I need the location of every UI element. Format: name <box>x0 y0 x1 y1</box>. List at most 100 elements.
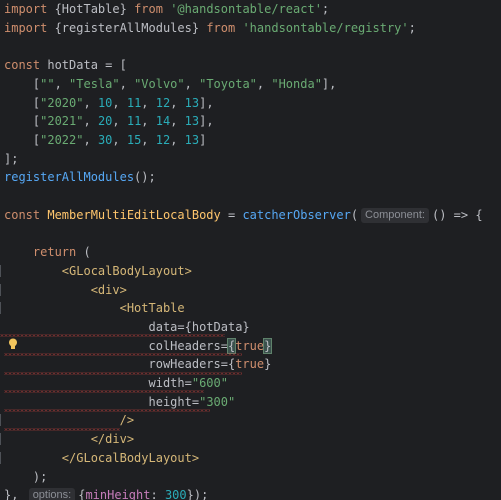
code-token: ( <box>76 245 91 260</box>
code-line[interactable]: <GLocalBodyLayout> <box>4 262 192 281</box>
fold-marker[interactable] <box>0 283 5 296</box>
code-token: ], <box>321 76 337 91</box>
code-token: , <box>170 114 185 129</box>
code-token: , <box>83 132 98 147</box>
code-token: const <box>4 58 41 73</box>
code-token: , <box>54 76 70 91</box>
fold-marker[interactable] <box>0 302 5 315</box>
code-line[interactable]: ); <box>4 468 47 487</box>
fold-marker[interactable] <box>0 433 5 446</box>
code-token: true <box>235 338 265 353</box>
code-token: "2020" <box>40 95 84 110</box>
code-token: {HotTable} <box>47 2 135 16</box>
code-token: , <box>141 95 156 110</box>
code-token: ( <box>350 207 359 222</box>
code-token: ); <box>4 469 48 484</box>
code-token: height <box>148 394 192 409</box>
code-token: , <box>112 95 127 110</box>
code-line[interactable]: const hotData = [ <box>4 56 127 75</box>
code-token: , <box>83 114 98 129</box>
code-token: 14 <box>155 114 171 129</box>
code-token: catcherObserver <box>242 207 351 222</box>
code-token: "Toyota" <box>199 76 257 91</box>
fold-marker[interactable] <box>0 451 5 464</box>
code-token: 13 <box>184 95 200 110</box>
code-line[interactable]: ["2020", 10, 11, 12, 13], <box>4 94 214 113</box>
parameter-hint: options: <box>28 488 76 500</box>
code-token: ; <box>408 20 416 35</box>
code-token: const <box>4 207 41 222</box>
code-token: [ <box>4 132 41 147</box>
code-token: }); <box>186 488 209 500</box>
code-token: ], <box>199 95 214 110</box>
code-token: <GLocalBodyLayout> <box>61 263 192 278</box>
code-token: : <box>150 488 165 500</box>
code-token: } <box>264 357 272 372</box>
code-line[interactable]: <HotTable <box>4 299 185 318</box>
code-token: [ <box>4 76 41 91</box>
code-token: <div> <box>90 282 127 297</box>
error-underline-rowheaders <box>4 372 242 375</box>
code-token: return <box>32 245 77 260</box>
code-token: hotData = [ <box>40 58 127 73</box>
code-line[interactable]: ]; <box>4 150 18 169</box>
code-line[interactable]: import {registerAllModules} from 'handso… <box>4 19 416 38</box>
code-token: /> <box>119 413 135 428</box>
code-token: 'handsontable/registry' <box>242 20 409 35</box>
code-token: ]; <box>4 151 19 166</box>
code-token: from <box>206 20 236 35</box>
code-token: , <box>141 114 156 129</box>
code-token: 30 <box>97 132 113 147</box>
code-line[interactable]: }, options: {minHeight: 300}); <box>4 486 208 500</box>
code-line[interactable]: ["2022", 30, 15, 12, 13] <box>4 131 206 150</box>
code-line[interactable]: ["", "Tesla", "Volvo", "Toyota", "Honda"… <box>4 75 336 94</box>
code-token: () => { <box>431 207 483 222</box>
code-token: , <box>184 76 200 91</box>
code-line[interactable]: const MemberMultiEditLocalBody = catcher… <box>4 206 483 225</box>
code-token: width <box>148 376 185 390</box>
code-token: = <box>191 394 200 409</box>
code-token: 10 <box>97 95 113 110</box>
code-line[interactable]: </div> <box>4 430 134 449</box>
code-token: 20 <box>97 114 113 129</box>
code-token: MemberMultiEditLocalBody <box>47 207 221 222</box>
code-token: 11 <box>126 114 142 129</box>
error-underline-close <box>4 428 120 431</box>
code-token: colHeaders <box>148 338 221 353</box>
code-token: (); <box>134 170 156 185</box>
code-token: </div> <box>90 432 135 447</box>
code-token: "2021" <box>40 114 84 129</box>
code-line[interactable]: </GLocalBodyLayout> <box>4 449 199 468</box>
code-token: , <box>141 132 156 147</box>
code-token: "" <box>40 76 55 91</box>
code-token: data <box>148 319 178 334</box>
code-token: ={hotData} <box>177 319 250 334</box>
code-line[interactable]: return ( <box>4 243 91 262</box>
code-token: 300 <box>164 488 187 500</box>
code-token: "Tesla" <box>69 76 120 91</box>
code-editor[interactable]: import {HotTable} from '@handsontable/re… <box>0 0 501 500</box>
error-underline-data <box>0 334 225 337</box>
code-token: [ <box>4 95 41 110</box>
code-token: , <box>170 95 185 110</box>
code-line[interactable]: import {HotTable} from '@handsontable/re… <box>4 0 329 19</box>
code-line[interactable]: ["2021", 20, 11, 14, 13], <box>4 112 214 131</box>
code-token: "2022" <box>40 132 84 147</box>
code-token: "Volvo" <box>134 76 185 91</box>
code-token: , <box>112 114 127 129</box>
code-token: }, <box>4 488 26 500</box>
code-token: "600" <box>191 376 228 390</box>
code-token: rowHeaders <box>148 357 221 372</box>
code-line[interactable]: <div> <box>4 281 127 300</box>
lightbulb-icon[interactable] <box>8 338 18 350</box>
error-underline-width <box>4 390 204 393</box>
fold-marker[interactable] <box>0 264 5 277</box>
code-line[interactable]: registerAllModules(); <box>4 168 156 187</box>
code-token: '@handsontable/react' <box>170 2 322 16</box>
fold-marker[interactable] <box>0 414 5 427</box>
